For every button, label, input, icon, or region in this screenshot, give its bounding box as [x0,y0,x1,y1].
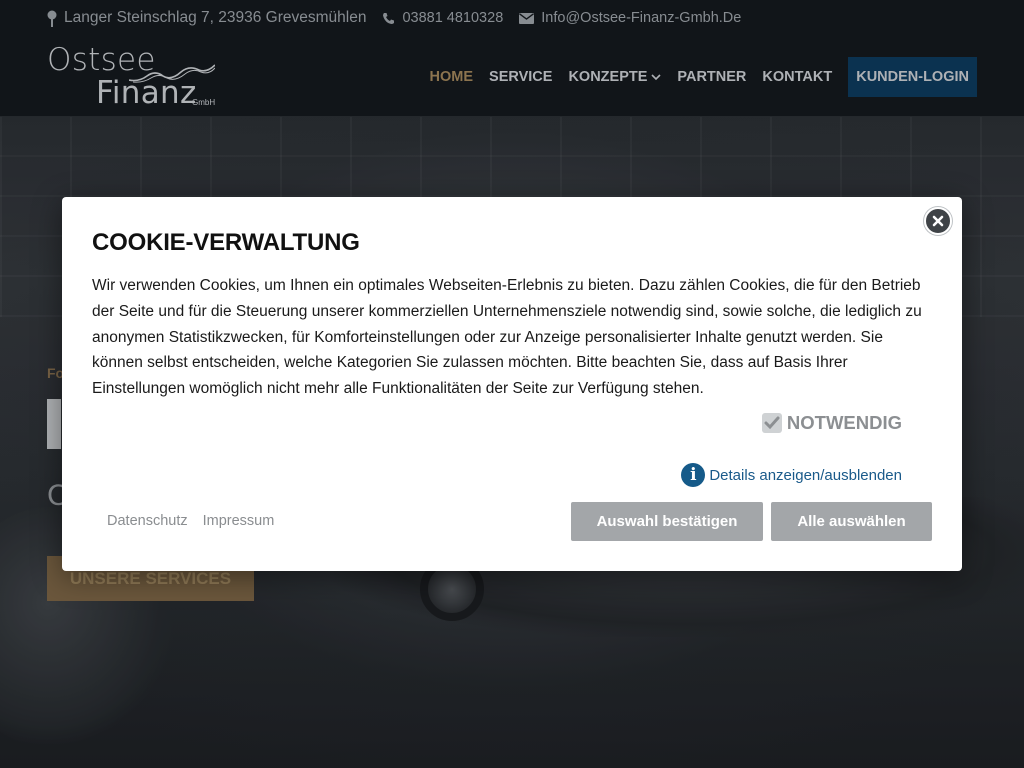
checkbox-checked-icon [761,413,782,433]
necessary-cookies-checkbox[interactable]: NOTWENDIG [761,412,902,434]
legal-links: Datenschutz Impressum [107,513,289,529]
toggle-details-link[interactable]: i Details anzeigen/ausblenden [681,463,902,487]
necessary-label: NOTWENDIG [786,412,902,433]
details-label: Details anzeigen/ausblenden [709,466,902,484]
info-icon: i [681,463,706,487]
confirm-selection-button[interactable]: Auswahl bestätigen [571,502,763,541]
cookie-dialog-text: Wir verwenden Cookies, um Ihnen ein opti… [92,277,922,398]
select-all-button[interactable]: Alle auswählen [771,502,932,541]
privacy-link[interactable]: Datenschutz [107,513,188,529]
close-icon [932,215,944,227]
cookie-consent-dialog: COOKIE-VERWALTUNG Wir verwenden Cookies,… [62,197,962,571]
cookie-dialog-title: COOKIE-VERWALTUNG [92,229,360,256]
imprint-link[interactable]: Impressum [203,513,275,529]
close-dialog-button[interactable] [924,207,952,235]
